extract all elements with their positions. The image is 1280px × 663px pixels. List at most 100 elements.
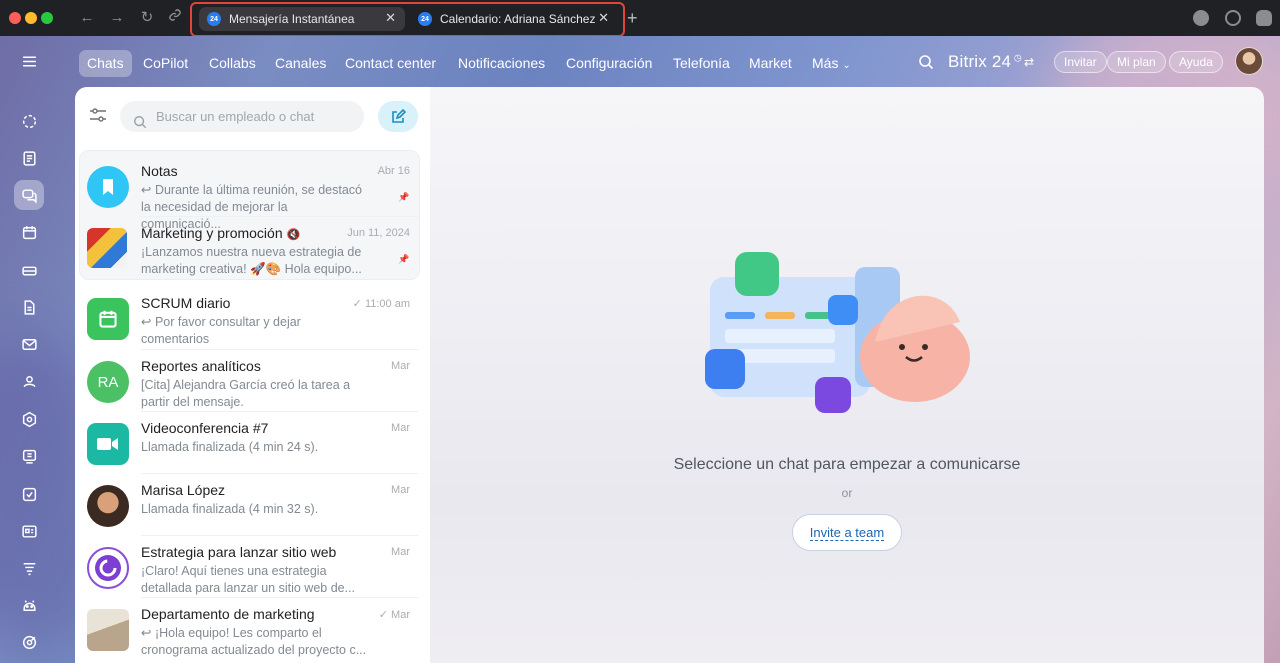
chat-name: Marketing y promoción 🔇 [141,225,300,241]
close-window-button[interactable] [9,12,21,24]
android-icon[interactable] [14,590,44,620]
help-button[interactable]: Ayuda [1169,51,1223,73]
nav-telefonia[interactable]: Telefonía [665,50,738,77]
feed-icon[interactable] [14,143,44,173]
boards-icon[interactable] [14,441,44,471]
tasks-icon[interactable] [14,479,44,509]
nav-mas-label: Más [812,55,839,71]
empty-state-or: or [841,486,853,500]
empty-state-illustration [670,237,1000,437]
chat-name: Estrategia para lanzar sitio web [141,544,337,560]
link-icon[interactable] [165,8,185,28]
chat-name: Reportes analíticos [141,358,261,374]
chat-preview: ¡Claro! Aquí tienes una estrategia detal… [141,564,356,595]
chat-date: ✓ 11:00 am [352,298,410,310]
copilot-icon [87,547,129,589]
filter-icon[interactable] [89,107,107,128]
invite-button[interactable]: Invitar [1054,51,1107,73]
chat-icon[interactable] [14,180,44,210]
chat-item-videoconferencia[interactable]: Videoconferencia #7 Mar Llamada finaliza… [75,411,430,473]
chat-preview: ↩ Por favor consultar y dejar comentario… [141,315,301,346]
chat-item-reportes[interactable]: RA Reportes analíticos Mar [Cita] Alejan… [75,349,430,411]
chat-item-notas[interactable]: Notas Abr 16 ↩ Durante la última reunión… [75,154,430,231]
user-avatar[interactable] [1235,47,1263,75]
search-icon[interactable] [918,54,934,75]
mail-icon[interactable] [14,329,44,359]
chat-date: Jun 11, 2024 [347,227,410,239]
cloud-icon[interactable] [1256,10,1272,26]
search-icon [133,109,147,140]
new-tab-icon[interactable]: + [627,8,638,28]
bitrix24-logo: Bitrix 24 ◷ [948,52,1022,71]
chat-date: ✓ Mar [378,609,410,621]
chat-name: Notas [141,163,178,179]
chat-item-marisa[interactable]: Marisa López Mar Llamada finalizada (4 m… [75,473,430,535]
activity-icon[interactable] [14,106,44,136]
chat-name: Departamento de marketing [141,606,315,622]
chat-empty-state: Seleccione un chat para empezar a comuni… [430,87,1264,663]
nav-market[interactable]: Market [741,50,800,77]
history-icon[interactable] [1225,10,1241,26]
invite-team-button[interactable]: Invite a team [792,514,902,551]
search-placeholder: Buscar un empleado o chat [156,109,315,124]
chat-item-marketing[interactable]: Marketing y promoción 🔇 Jun 11, 2024 ¡La… [75,216,430,278]
chat-date: Abr 16 [377,165,410,177]
initials-avatar: RA [87,361,129,403]
invite-team-label: Invite a team [809,525,885,541]
pin-icon: 📌 [398,254,410,264]
tabs-highlight-box [190,2,625,37]
nav-mas[interactable]: Más ⌄ [804,50,859,77]
minimize-window-button[interactable] [25,12,37,24]
chat-preview: ↩ ¡Hola equipo! Les comparto el cronogra… [141,626,367,657]
avatar [87,485,129,527]
muted-icon: 🔇 [286,229,301,241]
chat-search-input[interactable]: Buscar un empleado o chat [120,101,364,132]
chat-item-scrum[interactable]: SCRUM diario ✓ 11:00 am ↩ Por favor cons… [75,286,430,348]
nav-configuracion[interactable]: Configuración [558,50,660,77]
automation-icon[interactable] [14,553,44,583]
document-icon[interactable] [14,292,44,322]
nav-notificaciones[interactable]: Notificaciones [450,50,553,77]
chat-preview: Llamada finalizada (4 min 24 s). [141,440,319,454]
chat-preview: ¡Lanzamos nuestra nueva estrategia de ma… [141,245,362,276]
chat-date: Mar [391,484,410,496]
new-chat-button[interactable] [378,101,418,132]
chat-list-panel: Buscar un empleado o chat Notas Abr 16 ↩… [75,87,430,663]
group-image [87,609,129,651]
compose-icon [392,108,406,123]
chat-preview: Llamada finalizada (4 min 32 s). [141,502,319,516]
reload-icon[interactable]: ↻ [137,8,157,28]
chat-preview: [Cita] Alejandra García creó la tarea a … [141,378,351,409]
nav-canales[interactable]: Canales [267,50,334,77]
nav-chats[interactable]: Chats [79,50,132,77]
nav-copilot[interactable]: CoPilot [135,50,196,77]
chat-name: SCRUM diario [141,295,231,311]
sites-icon[interactable] [14,627,44,657]
chevron-down-icon: ⌄ [842,60,851,71]
chat-date: Mar [391,546,410,558]
chat-name-text: Marketing y promoción [141,225,283,241]
calendar-icon[interactable] [14,217,44,247]
chat-item-estrategia[interactable]: Estrategia para lanzar sitio web Mar ¡Cl… [75,535,430,597]
download-icon[interactable] [1193,10,1209,26]
contacts-icon[interactable] [14,366,44,396]
maximize-window-button[interactable] [41,12,53,24]
bookmark-icon [87,166,129,208]
forward-icon[interactable]: → [107,8,127,28]
inventory-icon[interactable] [14,516,44,546]
crm-icon[interactable] [14,404,44,434]
my-plan-button[interactable]: Mi plan [1107,51,1166,73]
back-icon[interactable]: ← [77,8,97,28]
drive-icon[interactable] [14,255,44,285]
chat-date: Mar [391,422,410,434]
nav-collabs[interactable]: Collabs [201,50,264,77]
chat-item-departamento[interactable]: Departamento de marketing ✓ Mar ↩ ¡Hola … [75,597,430,659]
calendar-icon [87,298,129,340]
nav-contact-center[interactable]: Contact center [337,50,444,77]
brand-text: Bitrix 24 [948,52,1012,71]
chat-date: Mar [391,360,410,372]
menu-icon[interactable] [14,46,44,76]
browser-titlebar: ← → ↻ 24 Mensajería Instantánea ✕ 24 Cal… [0,0,1280,37]
chat-name: Marisa López [141,482,226,498]
settings-sliders-icon[interactable]: ⇄ [1024,55,1034,69]
